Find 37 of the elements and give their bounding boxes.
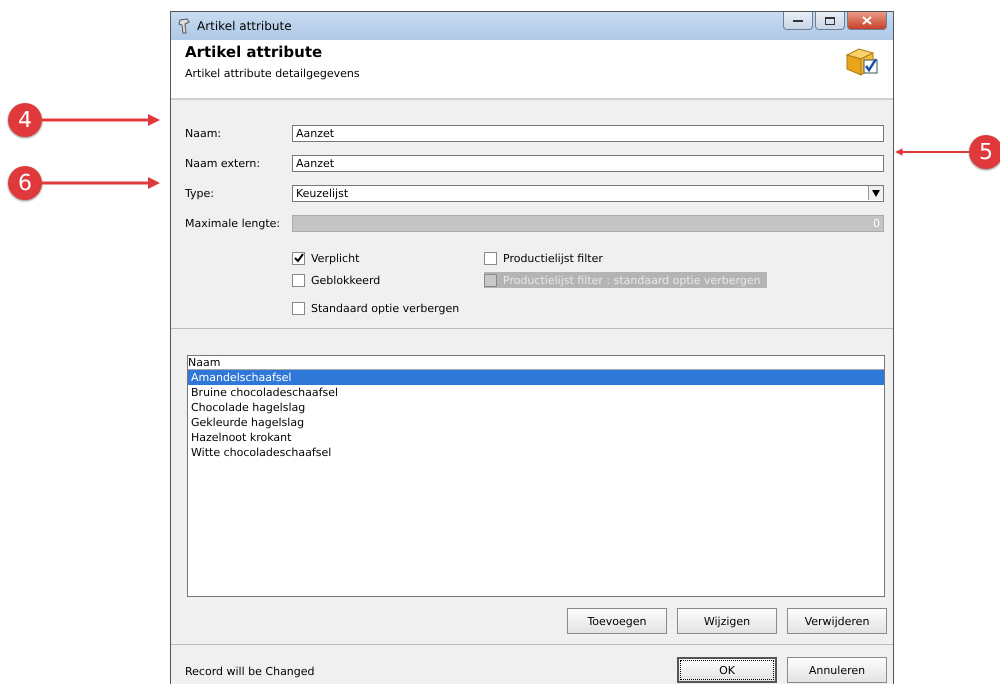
text-field[interactable]: Aanzet <box>292 154 884 172</box>
window-title: Artikel attribute <box>197 19 292 33</box>
field-label: Type: <box>185 186 215 200</box>
checkmark-icon[interactable] <box>294 253 304 263</box>
callout-badge: 6 <box>8 166 42 200</box>
text-field[interactable]: Aanzet <box>292 124 884 142</box>
list-item[interactable]: Witte chocoladeschaafsel <box>188 445 884 460</box>
maximize-button[interactable] <box>815 12 845 30</box>
app-icon <box>177 18 191 34</box>
dialog-button[interactable]: OK <box>677 657 777 683</box>
close-icon[interactable] <box>862 16 872 25</box>
list-item[interactable]: Hazelnoot krokant <box>188 430 884 445</box>
checkbox-option[interactable]: Standaard optie verbergen <box>292 300 462 316</box>
type-dropdown[interactable]: Keuzelijst <box>292 184 884 202</box>
dialog-heading: Artikel attribute <box>185 43 324 61</box>
dialog-button[interactable]: Annuleren <box>787 657 887 683</box>
list-item[interactable]: Bruine chocoladeschaafsel <box>188 385 884 400</box>
minimize-button[interactable] <box>783 12 813 30</box>
checkbox-option[interactable]: Verplicht <box>292 250 462 266</box>
list-action-button[interactable]: Wijzigen <box>677 608 777 634</box>
field-label: Naam extern: <box>185 156 262 170</box>
field-label: Maximale lengte: <box>185 216 282 230</box>
list-item[interactable]: Gekleurde hagelslag <box>188 415 884 430</box>
callout-badge: 4 <box>8 103 42 137</box>
status-text: Record will be Changed <box>185 665 315 680</box>
callout-badge: 5 <box>969 135 1000 169</box>
minimize-icon[interactable] <box>793 18 803 22</box>
list-action-button[interactable]: Verwijderen <box>787 608 887 634</box>
list-action-button[interactable]: Toevoegen <box>567 608 667 634</box>
field-label: Naam: <box>185 126 222 140</box>
maximize-icon[interactable] <box>825 16 835 24</box>
close-button[interactable] <box>847 12 887 30</box>
checkbox-option[interactable]: Productielijst filter <box>484 250 767 266</box>
dialog-subtitle: Artikel attribute detailgegevens <box>185 67 360 80</box>
checkbox-option[interactable]: Geblokkeerd <box>292 272 462 288</box>
list-item[interactable]: Amandelschaafsel <box>188 370 884 385</box>
list-item[interactable]: Chocolade hagelslag <box>188 400 884 415</box>
